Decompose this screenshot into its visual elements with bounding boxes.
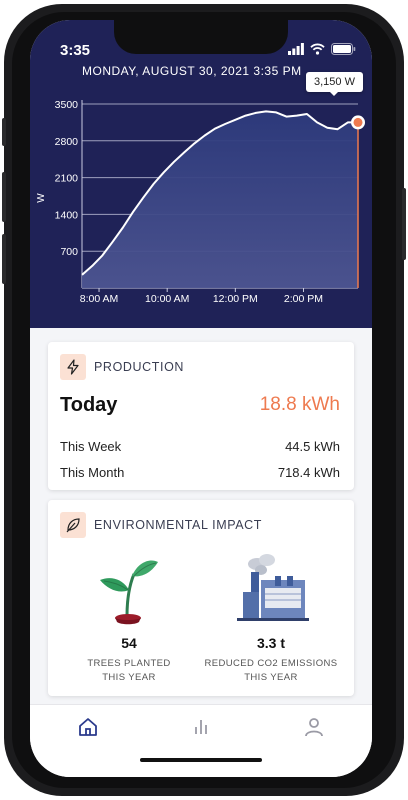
production-card[interactable]: PRODUCTION Today 18.8 kWh This Week 44.5…: [48, 342, 354, 490]
production-chart[interactable]: W 700 1400 2100 2800 3500 8:00 AM 10:00 AM 12:0…: [30, 20, 372, 328]
volume-down-button: [2, 234, 6, 284]
impact-header: ENVIRONMENTAL IMPACT: [60, 512, 262, 538]
y-tick-label: 1400: [55, 209, 79, 221]
co2-stat: 3.3 t REDUCED CO2 EMISSIONS THIS YEAR: [196, 550, 346, 685]
lightning-icon: [60, 354, 86, 380]
production-title: PRODUCTION: [94, 360, 185, 374]
leaf-icon: [60, 512, 86, 538]
volume-up-button: [2, 172, 6, 222]
app-screen: 3:35 MONDAY, AUGUST 30, 2021 3:35 PM W 7…: [30, 20, 372, 777]
trees-stat: 54 TREES PLANTED THIS YEAR: [54, 550, 204, 685]
tab-stats[interactable]: [189, 715, 213, 739]
chart-header: 3:35 MONDAY, AUGUST 30, 2021 3:35 PM W 7…: [30, 20, 372, 328]
factory-icon: [237, 554, 309, 621]
week-label: This Week: [60, 439, 122, 454]
y-tick-label: 2100: [55, 173, 79, 185]
today-label: Today: [60, 394, 118, 416]
y-tick-label: 700: [60, 246, 78, 258]
x-tick-label: 12:00 PM: [213, 293, 258, 305]
power-button: [402, 188, 406, 260]
month-label: This Month: [60, 465, 125, 480]
x-tick-label: 2:00 PM: [284, 293, 323, 305]
mute-switch: [2, 118, 6, 146]
trees-caption: TREES PLANTED THIS YEAR: [87, 658, 171, 683]
production-header: PRODUCTION: [60, 354, 184, 380]
notch: [114, 20, 288, 54]
bar-chart-icon: [195, 720, 207, 734]
x-tick-label: 8:00 AM: [80, 293, 119, 305]
cursor-marker: [353, 117, 363, 127]
co2-value: 3.3 t: [256, 635, 285, 651]
y-tick-label: 2800: [55, 136, 79, 148]
tab-profile[interactable]: [302, 715, 326, 739]
tab-home[interactable]: [76, 715, 100, 739]
sprout-icon: [100, 560, 158, 625]
y-axis-label: W: [36, 193, 47, 203]
production-area: [82, 111, 358, 289]
environmental-impact-card[interactable]: ENVIRONMENTAL IMPACT 54 TREES PLANTED TH…: [48, 500, 354, 696]
trees-value: 54: [121, 635, 137, 651]
tab-bar: [30, 704, 372, 777]
week-value: 44.5 kWh: [285, 439, 340, 454]
x-tick-label: 10:00 AM: [145, 293, 189, 305]
y-tick-label: 3500: [55, 99, 79, 111]
today-value: 18.8 kWh: [259, 394, 340, 415]
home-indicator: [140, 758, 262, 762]
impact-title: ENVIRONMENTAL IMPACT: [94, 518, 263, 532]
month-value: 718.4 kWh: [277, 465, 340, 480]
home-icon: [79, 718, 97, 736]
profile-icon: [305, 718, 323, 737]
co2-caption: REDUCED CO2 EMISSIONS THIS YEAR: [204, 658, 338, 683]
value-tooltip: 3,150 W: [306, 72, 363, 96]
